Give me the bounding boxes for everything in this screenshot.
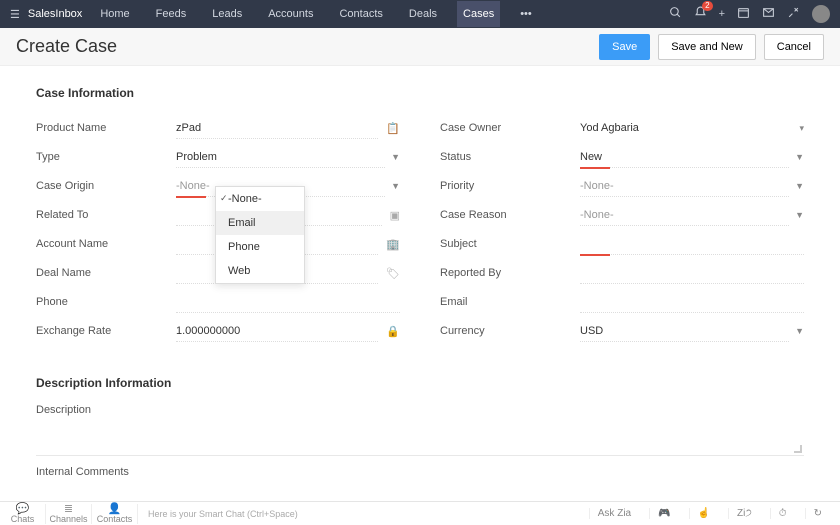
footer-bar: 💬Chats ≣Channels 👤Contacts Here is your … — [0, 501, 840, 525]
nav-more[interactable]: ••• — [514, 1, 538, 27]
footer-icon-3[interactable]: ⏱ — [770, 508, 795, 519]
internal-comments-textarea[interactable] — [36, 484, 804, 496]
case-owner-field[interactable]: Yod Agbaria — [580, 118, 793, 138]
case-origin-label: Case Origin — [36, 180, 176, 192]
section-case-info: Case Information — [36, 86, 804, 100]
tools-icon[interactable] — [787, 6, 800, 22]
deal-name-label: Deal Name — [36, 267, 176, 279]
footer-zia[interactable]: Zi੭ — [728, 508, 760, 519]
description-label: Description — [36, 404, 804, 416]
save-button[interactable]: Save — [599, 34, 650, 60]
footer-channels[interactable]: ≣Channels — [46, 504, 92, 524]
ask-zia[interactable]: Ask Zia — [589, 508, 639, 519]
related-to-label: Related To — [36, 209, 176, 221]
nav-leads[interactable]: Leads — [206, 1, 248, 27]
dropdown-option-email[interactable]: Email — [216, 211, 304, 235]
exchange-rate-label: Exchange Rate — [36, 325, 176, 337]
mail-icon[interactable] — [762, 6, 775, 22]
footer-chats[interactable]: 💬Chats — [0, 504, 46, 524]
dropdown-option-phone[interactable]: Phone — [216, 235, 304, 259]
type-label: Type — [36, 151, 176, 163]
right-column: Case OwnerYod Agbaria ▾ StatusNew ▼ Priori… — [440, 114, 804, 346]
nav-cases[interactable]: Cases — [457, 1, 500, 27]
description-textarea[interactable] — [36, 422, 804, 456]
top-nav: ☰ SalesInbox Home Feeds Leads Accounts C… — [0, 0, 840, 28]
account-name-label: Account Name — [36, 238, 176, 250]
save-new-button[interactable]: Save and New — [658, 34, 756, 60]
case-reason-label: Case Reason — [440, 209, 580, 221]
footer-icon-1[interactable]: 🎮 — [649, 508, 678, 519]
avatar[interactable] — [812, 5, 830, 23]
building-icon[interactable]: 🏢 — [378, 238, 400, 251]
calendar-icon[interactable] — [737, 6, 750, 22]
footer-icon-2[interactable]: ☝ — [689, 508, 718, 519]
nav-contacts[interactable]: Contacts — [333, 1, 388, 27]
product-name-label: Product Name — [36, 122, 176, 134]
section-description: Description Information — [36, 376, 804, 390]
chevron-down-icon[interactable]: ▼ — [391, 152, 400, 162]
email-label: Email — [440, 296, 580, 308]
nav-accounts[interactable]: Accounts — [262, 1, 319, 27]
chevron-down-icon[interactable]: ▾ — [799, 123, 804, 134]
currency-label: Currency — [440, 325, 580, 337]
plus-icon[interactable]: + — [719, 8, 725, 20]
phone-field[interactable] — [176, 292, 400, 313]
subject-field[interactable] — [580, 234, 804, 255]
page-title: Create Case — [16, 36, 591, 57]
status-field[interactable]: New — [580, 147, 789, 168]
phone-label: Phone — [36, 296, 176, 308]
nav-home[interactable]: Home — [94, 1, 135, 27]
tag-icon[interactable]: 🏷 — [378, 267, 400, 280]
email-field[interactable] — [580, 292, 804, 313]
contact-icon[interactable]: ▣ — [382, 209, 400, 222]
case-reason-field[interactable]: -None- — [580, 205, 789, 226]
footer-icon-4[interactable]: ↻ — [805, 508, 830, 519]
currency-field[interactable]: USD — [580, 321, 789, 342]
chevron-down-icon[interactable]: ▼ — [795, 326, 804, 336]
chevron-down-icon[interactable]: ▼ — [795, 152, 804, 162]
product-name-field[interactable]: zPad — [176, 118, 378, 139]
case-origin-dropdown[interactable]: -None- Email Phone Web — [215, 186, 305, 284]
search-icon[interactable] — [669, 6, 682, 22]
type-field[interactable]: Problem — [176, 147, 385, 168]
nav-deals[interactable]: Deals — [403, 1, 443, 27]
chevron-down-icon[interactable]: ▼ — [795, 210, 804, 220]
cancel-button[interactable]: Cancel — [764, 34, 824, 60]
status-label: Status — [440, 151, 580, 163]
form-content: Case Information Product NamezPad📋 TypeP… — [0, 66, 840, 496]
reported-by-field[interactable] — [580, 263, 804, 284]
lock-icon: 🔒 — [378, 325, 400, 338]
priority-field[interactable]: -None- — [580, 176, 789, 197]
footer-contacts[interactable]: 👤Contacts — [92, 504, 138, 524]
subject-label: Subject — [440, 238, 580, 250]
page-header: Create Case Save Save and New Cancel — [0, 28, 840, 66]
bell-icon[interactable]: 2 — [694, 6, 707, 22]
dropdown-option-none[interactable]: -None- — [216, 187, 304, 211]
internal-comments-label: Internal Comments — [36, 466, 804, 478]
dropdown-option-web[interactable]: Web — [216, 259, 304, 283]
chevron-down-icon[interactable]: ▼ — [391, 181, 400, 191]
chevron-down-icon[interactable]: ▼ — [795, 181, 804, 191]
reported-by-label: Reported By — [440, 267, 580, 279]
smart-chat-hint[interactable]: Here is your Smart Chat (Ctrl+Space) — [148, 509, 298, 519]
clipboard-icon[interactable]: 📋 — [378, 122, 400, 135]
brand: SalesInbox — [28, 8, 82, 20]
case-owner-label: Case Owner — [440, 122, 580, 134]
nav-feeds[interactable]: Feeds — [150, 1, 193, 27]
menu-icon[interactable]: ☰ — [10, 8, 20, 21]
exchange-rate-field[interactable]: 1.000000000 — [176, 321, 378, 342]
priority-label: Priority — [440, 180, 580, 192]
